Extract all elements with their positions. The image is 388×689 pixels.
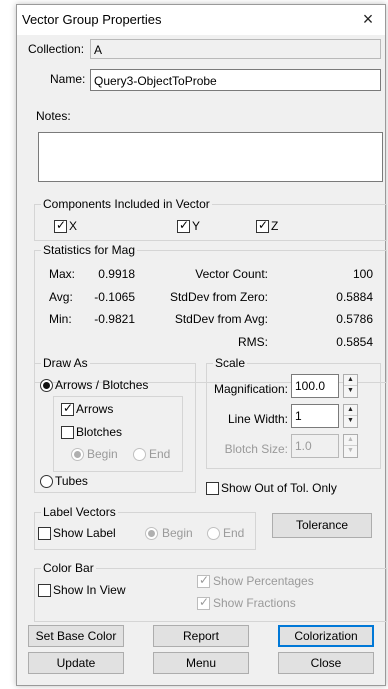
- min-label: Min:: [49, 312, 72, 326]
- show-out-of-tol-checkbox[interactable]: [206, 482, 219, 495]
- blotches-checkbox[interactable]: [61, 426, 74, 439]
- label-vectors-title: Label Vectors: [41, 505, 118, 519]
- arrows-check-icon: ✓: [63, 401, 74, 415]
- arrows-blotches-radio[interactable]: [40, 379, 53, 392]
- tolerance-button[interactable]: Tolerance: [272, 513, 372, 538]
- components-title: Components Included in Vector: [41, 197, 212, 211]
- show-fractions-check-icon: ✓: [199, 595, 210, 609]
- line-width-input[interactable]: 1: [291, 404, 339, 428]
- rms-label: RMS:: [238, 335, 268, 349]
- z-checkbox[interactable]: ✓: [256, 218, 269, 233]
- components-group: Components Included in Vector: [34, 197, 387, 241]
- z-check-icon: ✓: [258, 218, 269, 232]
- label-begin-radio-dot: [148, 530, 155, 537]
- blotch-size-label: Blotch Size:: [224, 442, 288, 456]
- avg-label: Avg:: [49, 290, 73, 304]
- menu-button[interactable]: Menu: [153, 652, 249, 674]
- magnification-down-icon[interactable]: ▼: [344, 386, 357, 397]
- stddev-avg-label: StdDev from Avg:: [174, 312, 268, 326]
- title-bar: Vector Group Properties ×: [17, 5, 385, 35]
- magnification-label: Magnification:: [213, 382, 288, 396]
- arrows-label: Arrows: [76, 402, 114, 416]
- vector-group-properties-dialog: Vector Group Properties × Collection: A …: [16, 4, 387, 686]
- blotch-begin-radio[interactable]: [71, 448, 84, 461]
- statistics-title: Statistics for Mag: [41, 243, 138, 257]
- show-label-label: Show Label: [53, 526, 116, 540]
- close-window-icon[interactable]: ×: [357, 8, 379, 30]
- scale-title: Scale: [213, 356, 248, 370]
- line-width-value: 1: [295, 409, 302, 423]
- show-in-view-checkbox[interactable]: [38, 584, 51, 597]
- magnification-up-icon[interactable]: ▲: [344, 375, 357, 386]
- collection-label: Collection:: [28, 42, 85, 56]
- y-checkbox[interactable]: ✓: [177, 218, 190, 233]
- update-button[interactable]: Update: [28, 652, 124, 674]
- name-label: Name:: [50, 72, 86, 86]
- y-check-icon: ✓: [179, 218, 190, 232]
- blotch-end-radio[interactable]: [133, 448, 146, 461]
- show-label-checkbox[interactable]: [38, 527, 51, 540]
- collection-field: A: [90, 39, 381, 59]
- arrows-checkbox[interactable]: ✓: [61, 401, 74, 416]
- y-label: Y: [192, 219, 201, 233]
- blotch-size-up-icon[interactable]: ▲: [344, 435, 357, 446]
- blotch-size-spinner[interactable]: ▲ ▼: [343, 434, 358, 458]
- min-value: -0.9821: [94, 312, 135, 326]
- max-value: 0.9918: [98, 267, 135, 281]
- name-input[interactable]: Query3-ObjectToProbe: [90, 69, 381, 91]
- x-label: X: [69, 219, 78, 233]
- close-button[interactable]: Close: [278, 652, 374, 674]
- notes-label: Notes:: [36, 109, 71, 123]
- draw-as-title: Draw As: [41, 356, 90, 370]
- color-bar-title: Color Bar: [41, 561, 96, 575]
- stddev-zero-label: StdDev from Zero:: [169, 290, 268, 304]
- rms-value: 0.5854: [336, 335, 373, 349]
- arrows-blotches-radio-dot: [43, 382, 50, 389]
- notes-textarea[interactable]: [38, 132, 383, 182]
- show-in-view-label: Show In View: [53, 583, 126, 597]
- vector-count-label: Vector Count:: [195, 267, 268, 281]
- blotch-begin-radio-dot: [74, 451, 81, 458]
- show-percentages-check-icon: ✓: [199, 573, 210, 587]
- blotch-begin-label: Begin: [87, 447, 118, 461]
- report-button[interactable]: Report: [153, 625, 249, 647]
- blotch-end-label: End: [149, 447, 171, 461]
- tubes-label: Tubes: [55, 474, 88, 488]
- show-percentages-label: Show Percentages: [213, 574, 314, 588]
- arrows-blotches-label: Arrows / Blotches: [55, 378, 149, 392]
- z-label: Z: [271, 219, 279, 233]
- blotch-size-input[interactable]: 1.0: [291, 434, 339, 458]
- colorization-button[interactable]: Colorization: [278, 625, 374, 647]
- line-width-spinner[interactable]: ▲ ▼: [343, 404, 358, 428]
- x-checkbox[interactable]: ✓: [54, 218, 67, 233]
- label-end-radio[interactable]: [207, 527, 220, 540]
- blotch-size-down-icon[interactable]: ▼: [344, 446, 357, 457]
- set-base-color-button[interactable]: Set Base Color: [28, 625, 124, 647]
- blotch-size-value: 1.0: [295, 439, 312, 453]
- stddev-zero-value: 0.5884: [336, 290, 373, 304]
- label-begin-label: Begin: [162, 526, 193, 540]
- name-value: Query3-ObjectToProbe: [94, 74, 217, 88]
- label-begin-radio[interactable]: [145, 527, 158, 540]
- avg-value: -0.1065: [94, 290, 135, 304]
- magnification-value: 100.0: [295, 379, 326, 393]
- line-width-up-icon[interactable]: ▲: [344, 405, 357, 416]
- label-end-label: End: [223, 526, 245, 540]
- stddev-avg-value: 0.5786: [336, 312, 373, 326]
- show-out-of-tol-label: Show Out of Tol. Only: [221, 481, 337, 495]
- tubes-radio[interactable]: [40, 475, 53, 488]
- line-width-down-icon[interactable]: ▼: [344, 416, 357, 427]
- magnification-spinner[interactable]: ▲ ▼: [343, 374, 358, 398]
- vector-count-value: 100: [352, 267, 373, 281]
- show-fractions-label: Show Fractions: [213, 596, 296, 610]
- line-width-label: Line Width:: [227, 412, 288, 426]
- x-check-icon: ✓: [56, 218, 67, 232]
- collection-value: A: [94, 43, 103, 57]
- magnification-input[interactable]: 100.0: [291, 374, 339, 398]
- show-percentages-checkbox[interactable]: ✓: [197, 573, 210, 588]
- show-fractions-checkbox[interactable]: ✓: [197, 595, 210, 610]
- max-label: Max:: [49, 267, 76, 281]
- window-title: Vector Group Properties: [22, 12, 162, 27]
- blotches-label: Blotches: [76, 425, 123, 439]
